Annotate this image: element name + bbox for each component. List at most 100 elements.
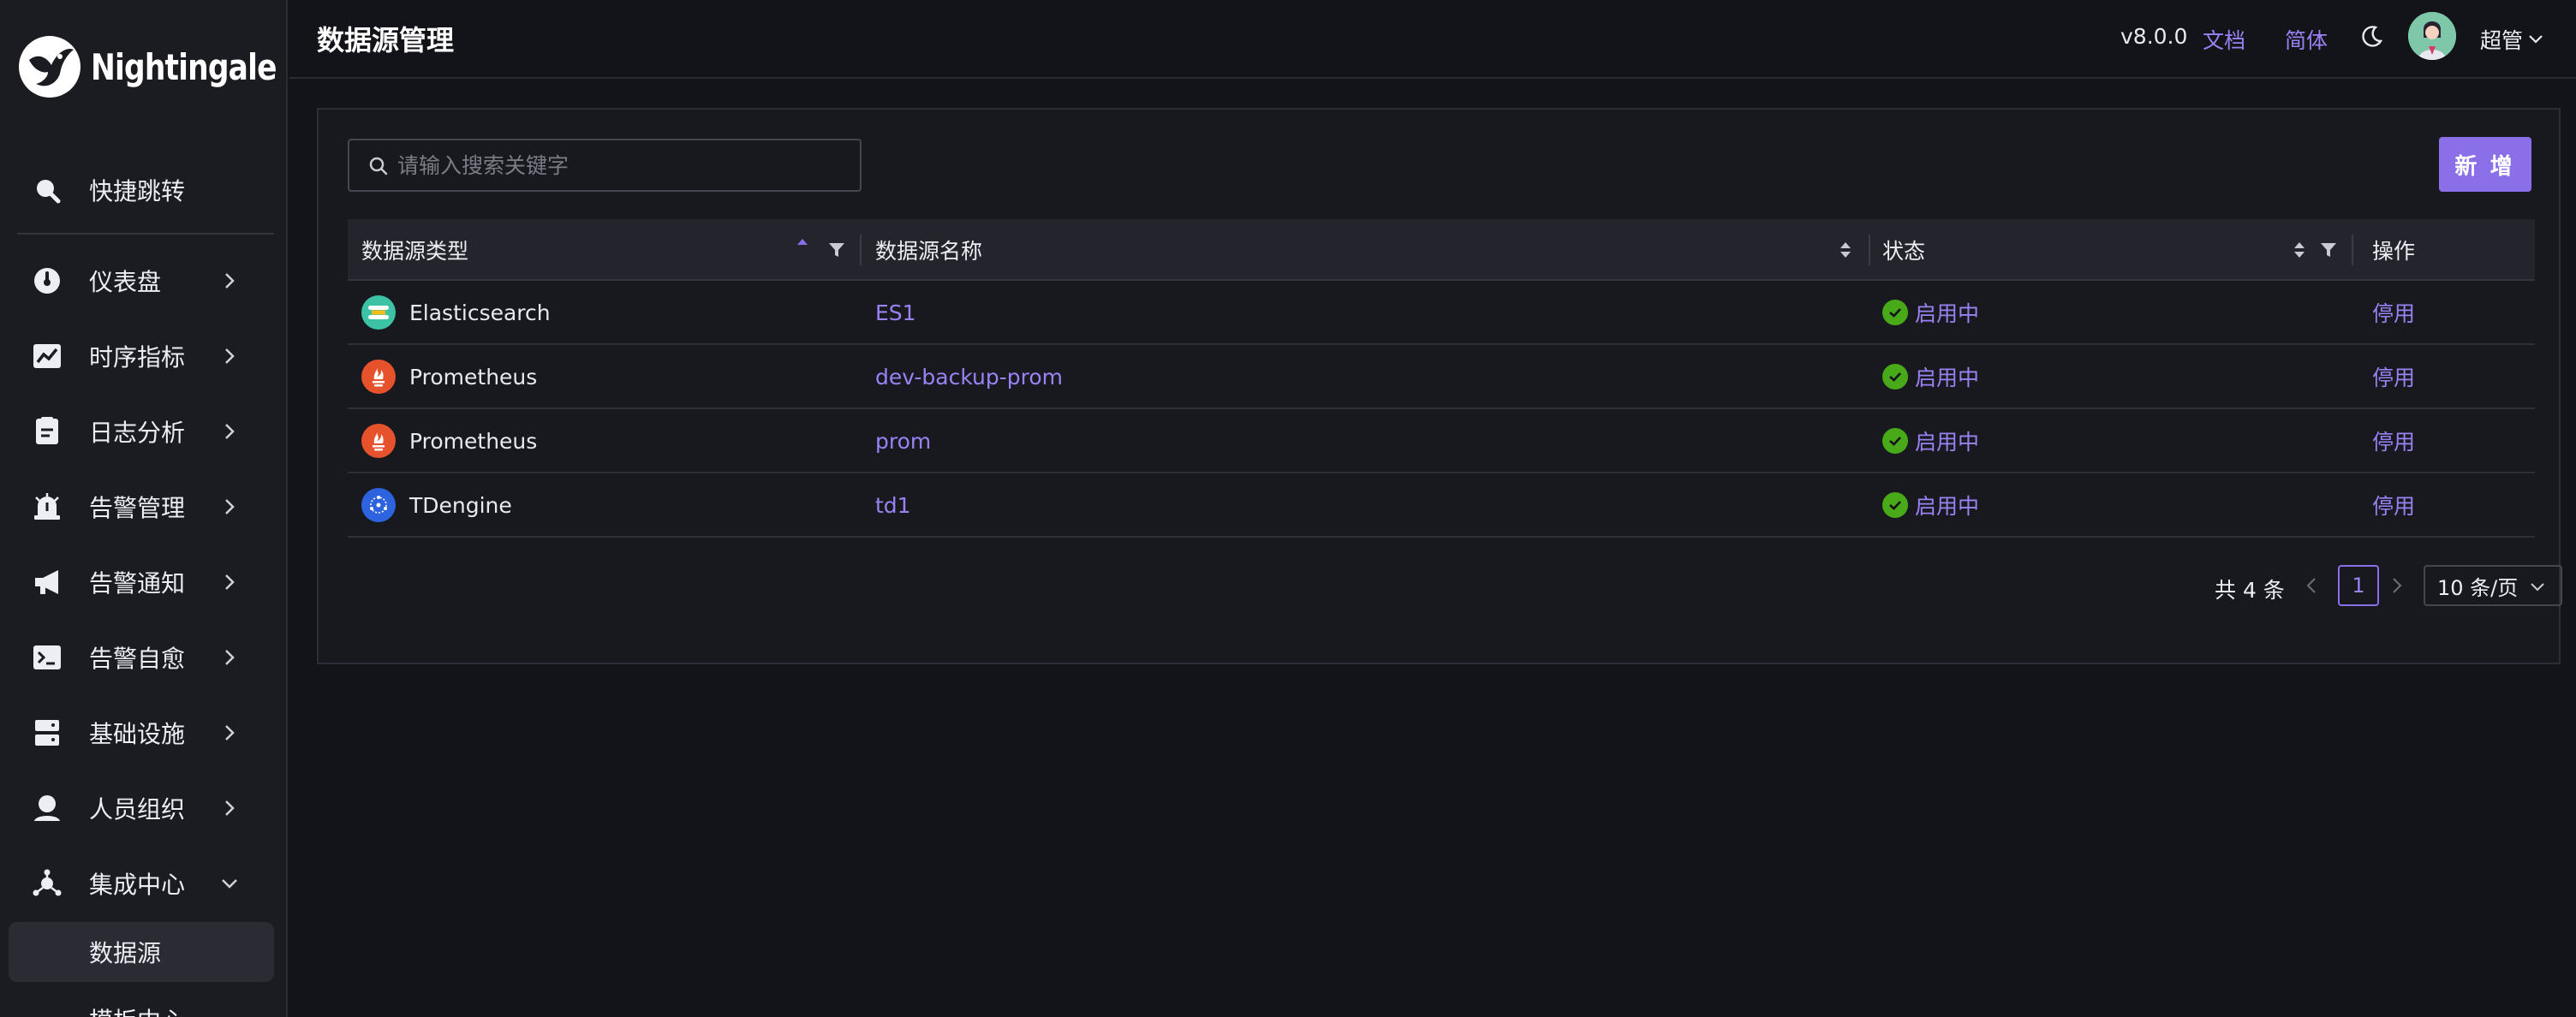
chevron-right-icon[interactable] xyxy=(2386,575,2406,596)
pagination-total: 共 4 条 xyxy=(2215,578,2285,603)
user-name[interactable]: 超管 xyxy=(2480,24,2523,55)
disable-button[interactable]: 停用 xyxy=(2372,473,2415,537)
sort-icon[interactable] xyxy=(2290,241,2309,259)
sort-ascending-icon[interactable] xyxy=(793,235,812,253)
language-switch[interactable]: 简体 xyxy=(2285,24,2328,55)
search-icon xyxy=(369,157,388,175)
page-size-select[interactable]: 10 条/页 xyxy=(2424,565,2562,606)
pagination: 共 4 条 1 10 条/页 xyxy=(348,565,2564,606)
table-row: Prometheus prom 启用中 停用 xyxy=(348,409,2535,473)
datasource-type-cell: Prometheus xyxy=(361,345,537,408)
sidebar-item-label: 告警自愈 xyxy=(89,645,186,673)
chevron-right-icon xyxy=(225,574,235,590)
sidebar-item-metrics[interactable]: 时序指标 xyxy=(0,325,286,387)
column-separator xyxy=(1869,235,1870,265)
datasource-type-label: Prometheus xyxy=(409,364,538,390)
sidebar-subitem-label: 数据源 xyxy=(89,939,162,967)
user-avatar-icon xyxy=(2408,12,2456,60)
datasource-name-link[interactable]: ES1 xyxy=(875,281,916,344)
megaphone-icon xyxy=(35,570,58,594)
terminal-icon xyxy=(33,645,61,669)
status-label: 启用中 xyxy=(1915,366,1980,390)
sidebar-item-quick-jump[interactable]: 快捷跳转 xyxy=(0,159,286,221)
search-input[interactable] xyxy=(397,140,851,190)
chevron-left-icon[interactable] xyxy=(2302,575,2323,596)
avatar[interactable] xyxy=(2408,12,2456,60)
sort-icon[interactable] xyxy=(1836,241,1855,259)
filter-icon[interactable] xyxy=(2319,241,2338,259)
status-label: 启用中 xyxy=(1915,494,1980,519)
line-chart-icon xyxy=(33,344,61,368)
sidebar-item-users[interactable]: 人员组织 xyxy=(0,777,286,839)
check-circle-icon xyxy=(1882,364,1908,390)
datasource-name-link[interactable]: prom xyxy=(875,409,931,473)
elasticsearch-icon xyxy=(361,295,396,330)
moon-icon[interactable] xyxy=(2358,24,2384,50)
app-logo-text: Nightingale xyxy=(91,45,277,88)
sidebar-item-label: 基础设施 xyxy=(89,720,186,748)
check-circle-icon xyxy=(1882,428,1908,454)
add-datasource-button[interactable]: 新 增 xyxy=(2439,137,2531,192)
sidebar-item-logs[interactable]: 日志分析 xyxy=(0,401,286,462)
sidebar-item-integration[interactable]: 集成中心 xyxy=(0,853,286,914)
table-row: Elasticsearch ES1 启用中 停用 xyxy=(348,281,2535,345)
sidebar-subitem-datasource[interactable]: 数据源 xyxy=(9,922,274,982)
status-cell: 启用中 xyxy=(1882,281,1979,344)
disable-button[interactable]: 停用 xyxy=(2372,345,2415,408)
integration-icon xyxy=(33,869,62,896)
dashboard-icon xyxy=(34,268,60,294)
version-label: v8.0.0 xyxy=(2120,24,2188,49)
sidebar-item-label: 人员组织 xyxy=(89,795,186,824)
status-cell: 启用中 xyxy=(1882,345,1979,408)
disable-button[interactable]: 停用 xyxy=(2372,409,2415,473)
table-row: TDengine td1 启用中 停用 xyxy=(348,473,2535,538)
column-header-actions: 操作 xyxy=(2372,239,2416,264)
chevron-right-icon xyxy=(225,800,235,816)
sidebar-item-infrastructure[interactable]: 基础设施 xyxy=(0,702,286,764)
app-logo[interactable]: Nightingale xyxy=(17,33,286,101)
sidebar-subitem-label: 模板中心 xyxy=(89,1002,185,1017)
search-box[interactable] xyxy=(348,139,862,192)
sidebar-item-self-healing[interactable]: 告警自愈 xyxy=(0,627,286,688)
datasource-type-cell: Elasticsearch xyxy=(361,281,551,344)
sidebar-item-alerts[interactable]: 告警管理 xyxy=(0,476,286,538)
datasource-type-cell: Prometheus xyxy=(361,409,537,473)
table-row: Prometheus dev-backup-prom 启用中 停用 xyxy=(348,345,2535,409)
datasource-name-link[interactable]: td1 xyxy=(875,473,911,537)
column-header-type[interactable]: 数据源类型 xyxy=(361,219,468,281)
check-circle-icon xyxy=(1882,300,1908,325)
filter-icon[interactable] xyxy=(827,241,846,259)
datasource-type-label: Prometheus xyxy=(409,428,538,454)
sidebar-item-label: 时序指标 xyxy=(89,343,186,372)
nightingale-logo-icon xyxy=(19,36,80,98)
column-separator xyxy=(2352,235,2353,265)
chevron-right-icon xyxy=(225,650,235,665)
chevron-right-icon xyxy=(225,499,235,514)
sidebar-item-label: 告警管理 xyxy=(89,494,186,522)
search-icon xyxy=(37,180,61,204)
sidebar-item-dashboard[interactable]: 仪表盘 xyxy=(0,250,286,312)
docs-link[interactable]: 文档 xyxy=(2203,24,2245,55)
sidebar-subitem-templates[interactable]: 模板中心 xyxy=(9,990,274,1017)
chevron-right-icon xyxy=(225,273,235,288)
sidebar-item-label: 日志分析 xyxy=(89,419,186,447)
page-title: 数据源管理 xyxy=(317,24,455,56)
pagination-page-button[interactable]: 1 xyxy=(2338,565,2379,606)
page-size-value: 10 条/页 xyxy=(2437,575,2519,600)
user-icon xyxy=(34,795,60,821)
sidebar-item-label: 集成中心 xyxy=(89,871,186,899)
datasource-name-link[interactable]: dev-backup-prom xyxy=(875,345,1063,408)
sidebar-item-notifications[interactable]: 告警通知 xyxy=(0,551,286,613)
server-icon xyxy=(35,720,59,746)
sidebar-item-label: 仪表盘 xyxy=(89,268,162,296)
prometheus-icon xyxy=(361,360,396,394)
column-separator xyxy=(860,235,862,265)
check-circle-icon xyxy=(1882,492,1908,518)
chevron-down-icon xyxy=(222,879,237,889)
column-header-status[interactable]: 状态 xyxy=(1882,219,1925,281)
chevron-down-icon[interactable] xyxy=(2526,29,2545,48)
column-header-name[interactable]: 数据源名称 xyxy=(875,219,982,281)
disable-button[interactable]: 停用 xyxy=(2372,281,2415,344)
status-label: 启用中 xyxy=(1915,301,1980,326)
status-cell: 启用中 xyxy=(1882,409,1979,473)
